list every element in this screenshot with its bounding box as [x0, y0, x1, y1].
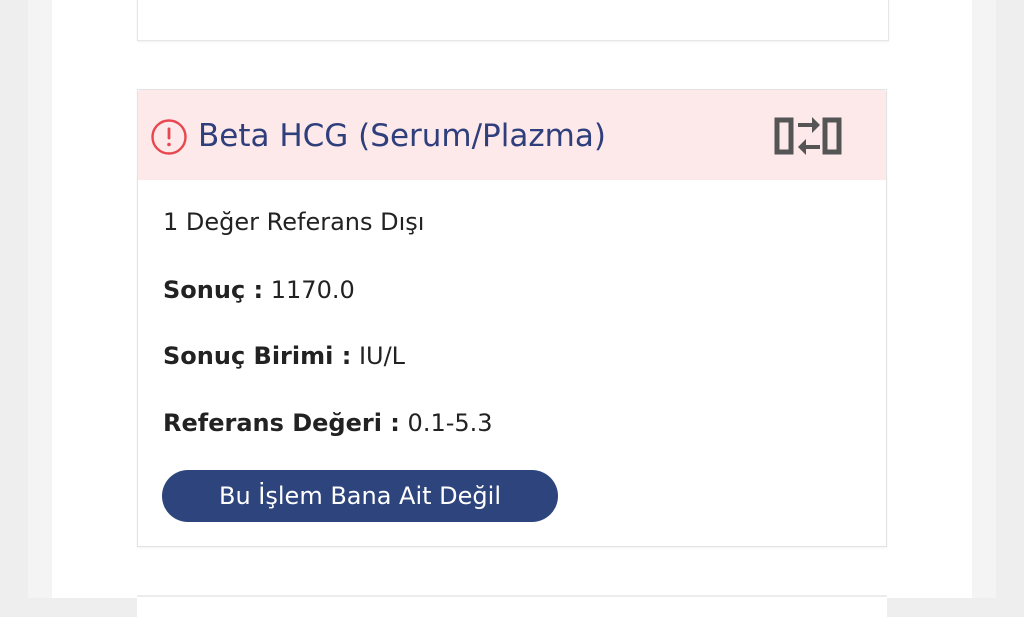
result-unit-value: IU/L [358, 342, 406, 370]
lab-result-card: Beta HCG (Serum/Plazma) 1 Değer Referans… [137, 89, 887, 547]
reference-value-label: Referans Değeri : [163, 409, 400, 437]
not-my-procedure-button[interactable]: Bu İşlem Bana Ait Değil [162, 470, 558, 522]
result-unit-field: Sonuç Birimi : IU/L [163, 342, 405, 370]
card-header: Beta HCG (Serum/Plazma) [138, 90, 886, 180]
card-title: Beta HCG (Serum/Plazma) [198, 118, 606, 154]
swap-horizontal-icon[interactable] [774, 113, 844, 159]
reference-value-value: 0.1-5.3 [407, 409, 493, 437]
next-result-card [137, 595, 887, 617]
result-unit-label: Sonuç Birimi : [163, 342, 352, 370]
reference-value-field: Referans Değeri : 0.1-5.3 [163, 409, 493, 437]
result-field: Sonuç : 1170.0 [163, 276, 355, 304]
out-of-range-status: 1 Değer Referans Dışı [163, 208, 425, 236]
result-value: 1170.0 [270, 276, 355, 304]
previous-result-card [137, 0, 889, 41]
result-label: Sonuç : [163, 276, 264, 304]
exclamation-circle-icon [150, 118, 188, 156]
